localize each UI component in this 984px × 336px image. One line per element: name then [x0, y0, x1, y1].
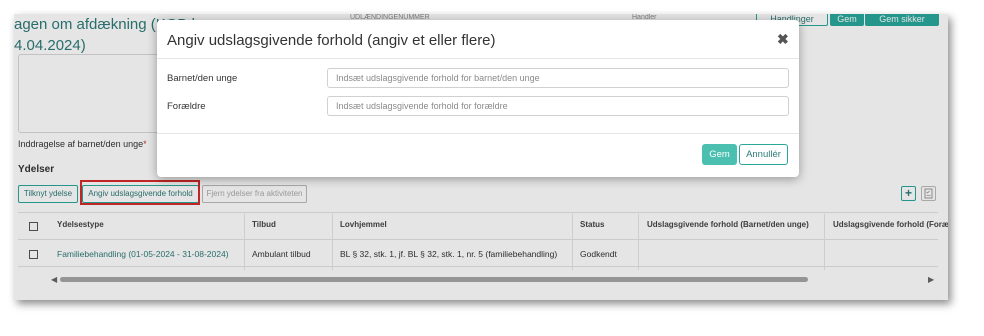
- foraeldre-label: Forældre: [167, 101, 206, 112]
- foraeldre-input[interactable]: [327, 96, 789, 116]
- modal-header-divider: [157, 58, 799, 59]
- save-button[interactable]: Gem: [702, 144, 737, 165]
- close-icon[interactable]: ✖: [777, 31, 789, 48]
- barnet-input[interactable]: [327, 68, 789, 88]
- screenshot-frame: agen om afdækning (KGB l 4.04.2024) UDLÆ…: [14, 14, 948, 300]
- udslagsgivende-modal: Angiv udslagsgivende forhold (angiv et e…: [157, 20, 799, 177]
- cancel-button[interactable]: Annullér: [739, 144, 788, 165]
- barnet-label: Barnet/den unge: [167, 73, 238, 84]
- modal-title: Angiv udslagsgivende forhold (angiv et e…: [167, 32, 496, 49]
- modal-footer-divider: [157, 133, 799, 134]
